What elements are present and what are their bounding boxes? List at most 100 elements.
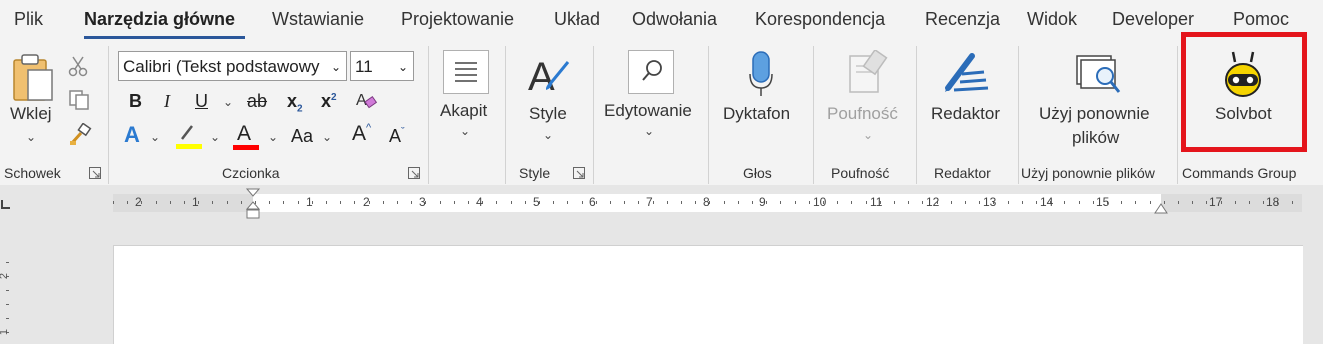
sensitivity-icon[interactable] (846, 50, 890, 96)
tab-home[interactable]: Narzędzia główne (84, 9, 235, 30)
tab-selector-icon[interactable] (0, 198, 12, 210)
tab-mailings[interactable]: Korespondencja (755, 9, 885, 30)
change-case-button[interactable]: Aa (291, 126, 313, 147)
tab-developer[interactable]: Developer (1112, 9, 1194, 30)
tab-insert[interactable]: Wstawianie (272, 9, 364, 30)
superscript-button[interactable]: x2 (321, 91, 337, 112)
indent-marker-icon[interactable] (246, 188, 260, 220)
reuse-files-icon[interactable] (1075, 54, 1123, 96)
text-effects-button[interactable]: A (124, 122, 140, 148)
ruler-tick (156, 201, 157, 204)
sensitivity-label[interactable]: Poufność (827, 104, 898, 124)
tab-view[interactable]: Widok (1027, 9, 1077, 30)
ruler-tick (553, 201, 554, 204)
underline-dropdown-icon[interactable]: ⌄ (223, 95, 233, 109)
ruler-tick (127, 201, 128, 204)
styles-icon[interactable]: A (526, 52, 572, 98)
paragraph-dropdown-icon[interactable]: ⌄ (460, 124, 470, 138)
ruler-tick (596, 201, 597, 204)
microphone-icon[interactable] (747, 50, 775, 98)
tab-design[interactable]: Projektowanie (401, 9, 514, 30)
highlight-dropdown-icon[interactable]: ⌄ (210, 130, 220, 144)
grow-font-button[interactable]: A^ (352, 122, 371, 146)
font-color-dropdown-icon[interactable]: ⌄ (268, 130, 278, 144)
ruler-tick (638, 201, 639, 204)
editing-dropdown-icon[interactable]: ⌄ (644, 124, 654, 138)
tab-file[interactable]: Plik (14, 9, 43, 30)
commands-group-label: Commands Group (1182, 165, 1297, 181)
tab-review[interactable]: Recenzja (925, 9, 1000, 30)
editing-button-frame[interactable] (628, 50, 674, 94)
document-page[interactable] (113, 245, 1303, 344)
editing-label[interactable]: Edytowanie (604, 101, 692, 121)
ruler-tick (1079, 201, 1080, 204)
paragraph-button-frame[interactable] (443, 50, 489, 94)
ruler-number: 8 (703, 195, 710, 209)
separator (916, 46, 917, 184)
ruler-tick (1178, 201, 1179, 204)
bold-button[interactable]: B (129, 91, 142, 112)
reuse-files-label-1[interactable]: Użyj ponownie (1039, 104, 1150, 124)
strikethrough-button[interactable]: ab (247, 91, 267, 112)
cut-icon[interactable] (68, 55, 88, 77)
dictate-label[interactable]: Dyktafon (723, 104, 790, 124)
styles-group-label: Style (519, 165, 551, 181)
editor-label[interactable]: Redaktor (931, 104, 1000, 124)
ruler-tick (1192, 201, 1193, 204)
ruler-tick (1036, 201, 1037, 204)
ruler-tick (724, 201, 725, 204)
tab-layout[interactable]: Układ (554, 9, 600, 30)
font-color-button[interactable]: A (237, 122, 251, 146)
svg-text:A: A (528, 55, 555, 98)
copy-icon[interactable] (68, 89, 90, 111)
paste-label[interactable]: Wklej (10, 104, 52, 124)
tab-references[interactable]: Odwołania (632, 9, 717, 30)
ruler-number: 5 (533, 195, 540, 209)
ruler-number: 4 (476, 195, 483, 209)
font-size-select[interactable]: 11 ⌄ (350, 51, 414, 81)
ruler-tick (241, 201, 242, 204)
styles-launcher-icon[interactable] (573, 167, 585, 179)
ruler-tick (326, 201, 327, 204)
ruler-tick (184, 201, 185, 204)
ruler-tick (837, 201, 838, 204)
ruler-tick (866, 201, 867, 204)
shrink-font-button[interactable]: Aˇ (389, 126, 405, 147)
highlight-color-icon[interactable] (176, 122, 204, 150)
sensitivity-dropdown-icon[interactable]: ⌄ (863, 128, 873, 142)
right-indent-marker-icon[interactable] (1154, 203, 1168, 215)
chevron-down-icon: ⌄ (330, 60, 341, 74)
styles-label[interactable]: Style (529, 104, 567, 124)
subscript-button[interactable]: x2 (287, 91, 303, 115)
ruler-tick (1235, 201, 1236, 204)
paste-dropdown-icon[interactable]: ⌄ (26, 130, 36, 144)
format-painter-icon[interactable] (68, 123, 92, 147)
tab-help[interactable]: Pomoc (1233, 9, 1289, 30)
font-launcher-icon[interactable] (408, 167, 420, 179)
editor-icon[interactable] (940, 50, 992, 96)
italic-button[interactable]: I (164, 91, 170, 112)
paragraph-label[interactable]: Akapit (440, 101, 487, 121)
font-name-select[interactable]: Calibri (Tekst podstawowy ⌄ (118, 51, 347, 81)
ruler-tick (624, 201, 625, 204)
change-case-dropdown-icon[interactable]: ⌄ (322, 130, 332, 144)
underline-button[interactable]: U (195, 91, 208, 112)
ruler-number: 3 (419, 195, 426, 209)
styles-dropdown-icon[interactable]: ⌄ (543, 128, 553, 142)
ruler-tick (1292, 201, 1293, 204)
separator (1018, 46, 1019, 184)
reuse-files-label-2[interactable]: plików (1072, 128, 1119, 148)
text-effects-dropdown-icon[interactable]: ⌄ (150, 130, 160, 144)
ruler-tick (951, 201, 952, 204)
paste-icon[interactable] (12, 52, 56, 104)
subscript-x: x (287, 91, 298, 111)
clipboard-launcher-icon[interactable] (89, 167, 101, 179)
ruler-number: 18 (1266, 195, 1280, 209)
separator (708, 46, 709, 184)
ruler-tick (1206, 201, 1207, 204)
sensitivity-group-label: Poufność (831, 165, 890, 181)
ruler-tick (440, 201, 441, 204)
ruler-number: 12 (926, 195, 940, 209)
ruler-tick (795, 201, 796, 204)
clear-formatting-icon[interactable]: A (354, 89, 380, 113)
